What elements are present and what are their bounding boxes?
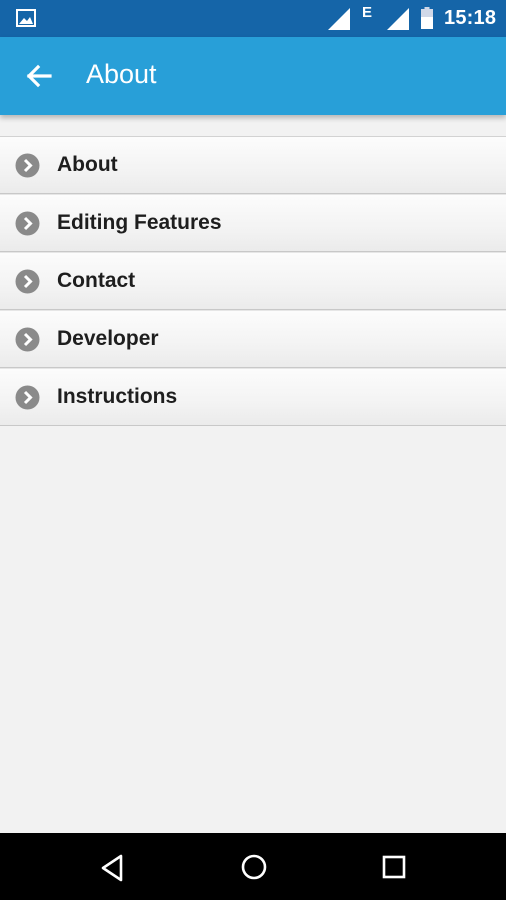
chevron-right-circle-icon — [15, 385, 40, 410]
menu-item-instructions[interactable]: Instructions — [0, 368, 506, 426]
menu-item-about[interactable]: About — [0, 136, 506, 194]
menu-item-label: Editing Features — [57, 211, 222, 234]
chevron-right-circle-icon — [15, 211, 40, 236]
signal-icon — [328, 8, 350, 30]
menu-item-label: About — [57, 153, 118, 176]
menu-item-label: Instructions — [57, 385, 178, 408]
app-bar: About — [0, 37, 506, 115]
clock: 15:18 — [444, 7, 497, 29]
menu-item-label: Developer — [57, 327, 159, 350]
square-recents-icon[interactable] — [377, 851, 411, 885]
chevron-right-circle-icon — [15, 153, 40, 178]
arrow-back-icon[interactable] — [20, 57, 58, 95]
menu-item-label: Contact — [57, 269, 136, 292]
menu-item-developer[interactable]: Developer — [0, 310, 506, 368]
triangle-back-icon[interactable] — [96, 851, 130, 885]
page-title: About — [86, 59, 157, 89]
menu-item-editing-features[interactable]: Editing Features — [0, 194, 506, 252]
chevron-right-circle-icon — [15, 327, 40, 352]
signal-icon — [387, 8, 409, 30]
status-bar: E 15:18 — [0, 0, 506, 37]
circle-home-icon[interactable] — [237, 851, 271, 885]
network-type-label: E — [362, 4, 373, 21]
chevron-right-circle-icon — [15, 269, 40, 294]
menu-item-contact[interactable]: Contact — [0, 252, 506, 310]
navigation-bar — [0, 833, 506, 900]
menu-list: About Editing Features Contact Developer… — [0, 136, 506, 426]
gallery-icon — [16, 9, 36, 27]
battery-icon — [421, 7, 433, 29]
